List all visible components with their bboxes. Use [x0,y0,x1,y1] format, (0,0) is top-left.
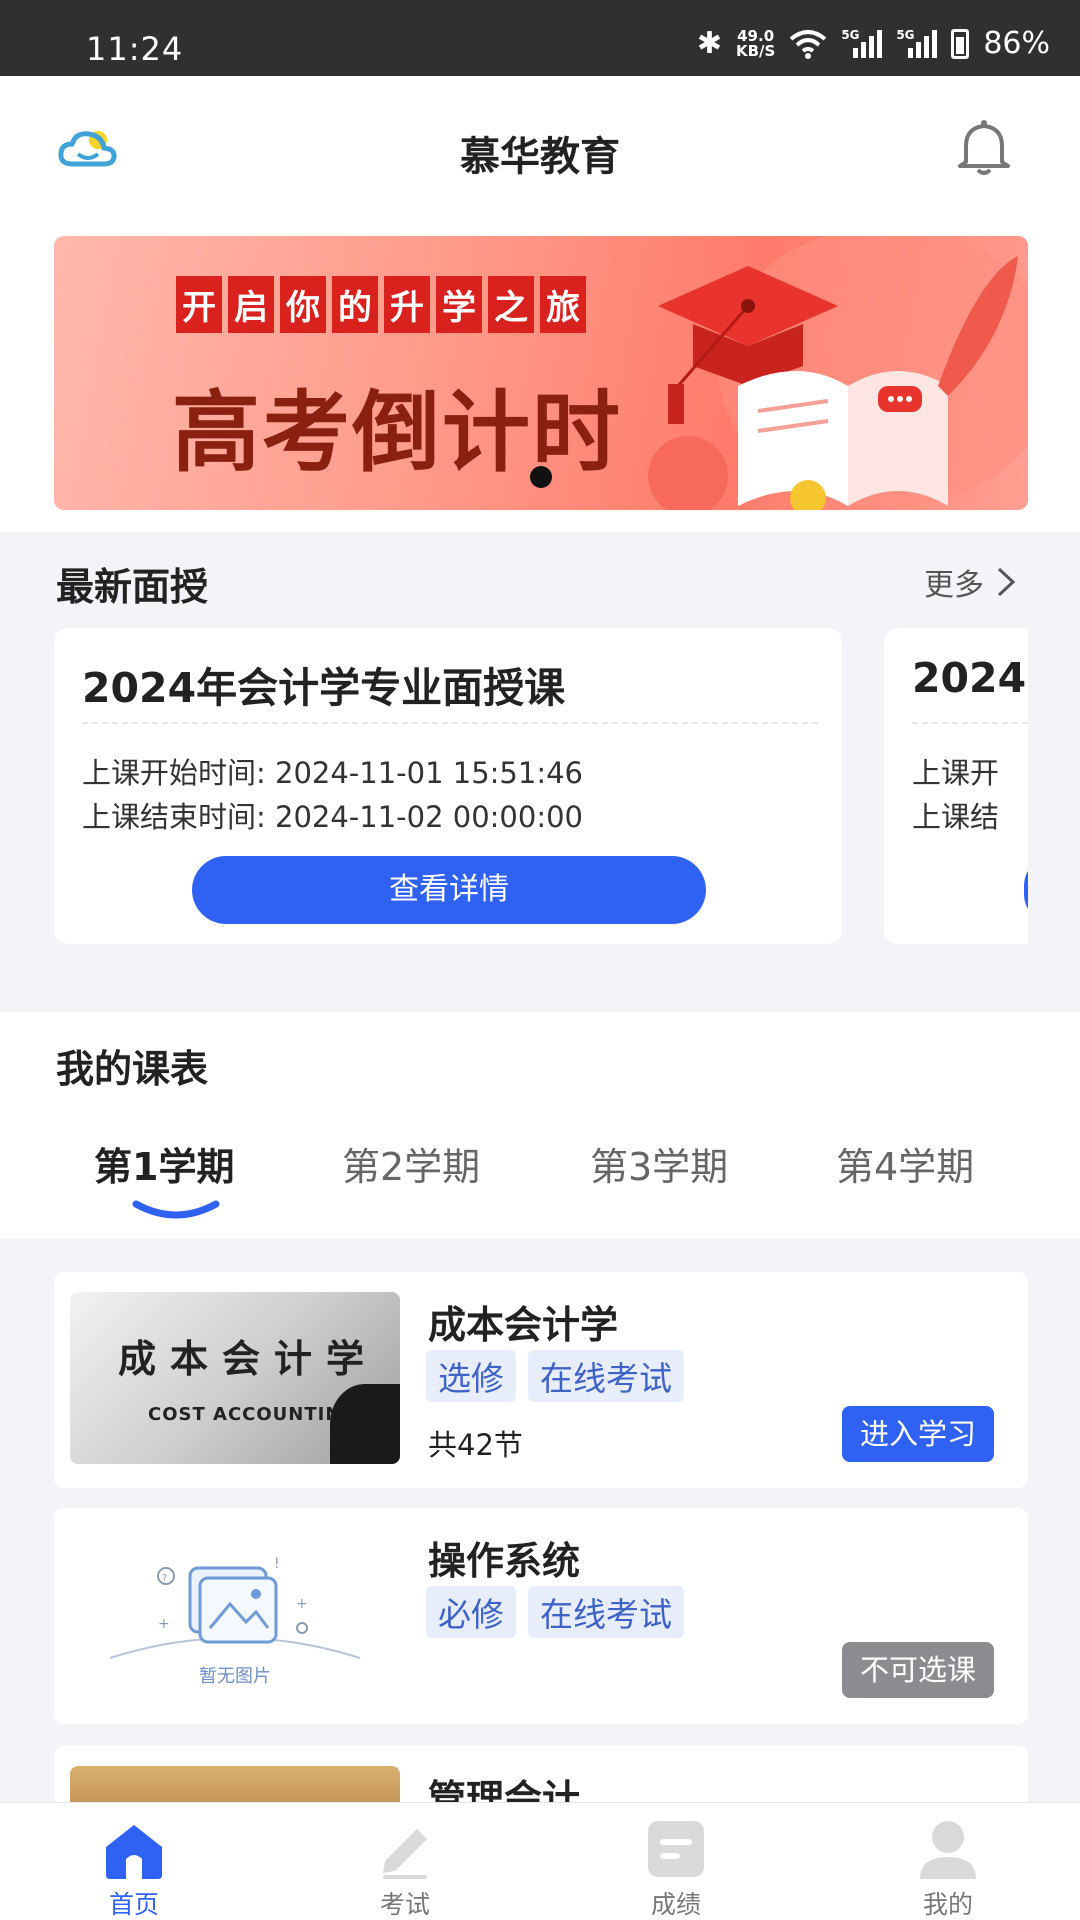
svg-text:!: ! [274,1556,280,1572]
home-icon [106,1825,162,1879]
carousel-indicator[interactable] [530,466,552,488]
schedule-section: 我的课表 第1学期 第2学期 第3学期 第4学期 [0,1012,1080,1238]
chevron-right-icon [997,567,1016,597]
divider [82,722,818,724]
nav-exam[interactable]: 考试 [345,1817,465,1920]
svg-text:?: ? [162,1573,167,1584]
battery-icon [951,28,970,59]
wifi-icon [790,29,827,59]
semester-tabs: 第1学期 第2学期 第3学期 第4学期 [0,1136,1080,1219]
status-icons: ✱ 49.0 KB/S 5G 5G 86% [697,26,1050,61]
bluetooth-icon: ✱ [696,26,722,61]
course-tag: 必修 [426,1586,516,1638]
bell-icon[interactable] [952,116,1016,180]
enter-study-button[interactable]: 进入学习 [841,1406,994,1462]
class-start-time: 上课开 [912,756,1000,790]
course-tags: 必修 在线考试 [426,1586,684,1638]
class-end-time: 上课结 [912,800,1000,834]
status-time: 11:24 [86,30,184,68]
course-list-item[interactable]: ? + + ! 暂无图片 操作系统 必修 在线考试 不可选课 [54,1508,1028,1724]
class-end-time: 上课结束时间: 2024-11-02 00:00:00 [82,800,583,834]
course-thumbnail-placeholder: ? + + ! 暂无图片 [70,1528,400,1700]
graduation-cap-book-illustration [648,236,1028,510]
latest-section-title: 最新面授 [56,565,209,609]
exam-icon [383,1829,427,1879]
course-tag: 选修 [426,1350,516,1402]
course-name: 操作系统 [428,1539,581,1583]
signal-sim2-icon: 5G [896,28,938,58]
course-tag: 在线考试 [528,1586,684,1638]
latest-class-card[interactable]: 2024 上课开 上课结 [884,628,1028,944]
not-selectable-button[interactable]: 不可选课 [841,1642,994,1698]
svg-text:+: + [296,1596,308,1612]
active-tab-indicator [132,1200,220,1219]
svg-text:+: + [158,1616,170,1632]
course-name: 成本会计学 [428,1303,619,1347]
coffee-cup-image [330,1384,400,1464]
course-thumbnail: 成本会计学 COST ACCOUNTING [70,1292,400,1464]
tab-semester-1[interactable]: 第1学期 [94,1136,234,1191]
banner-section: 开 启 你 的 升 学 之 旅 高考倒计时 [0,232,1080,532]
tab-semester-4[interactable]: 第4学期 [836,1136,974,1191]
signal-sim1-icon: 5G [841,28,883,58]
course-list-item[interactable]: 成本会计学 COST ACCOUNTING 成本会计学 选修 在线考试 共42节… [54,1272,1028,1488]
lesson-count: 共42节 [428,1428,523,1462]
status-bar: 11:24 ✱ 49.0 KB/S 5G 5G 86% [0,0,1080,76]
tab-semester-2[interactable]: 第2学期 [342,1136,480,1191]
tab-semester-3[interactable]: 第3学期 [590,1136,728,1191]
nav-profile[interactable]: 我的 [888,1817,1008,1920]
latest-class-card[interactable]: 2024年会计学专业面授课 上课开始时间: 2024-11-01 15:51:4… [54,628,842,944]
divider [912,722,1028,724]
nav-home[interactable]: 首页 [74,1817,194,1920]
no-image-label: 暂无图片 [199,1666,271,1687]
schedule-title: 我的课表 [56,1047,209,1091]
profile-icon [920,1821,976,1879]
course-tags: 选修 在线考试 [426,1350,684,1402]
class-title: 2024 [912,654,1027,702]
more-link[interactable]: 更多 [924,560,1018,604]
view-details-button[interactable]: 查看详情 [192,856,706,924]
class-start-time: 上课开始时间: 2024-11-01 15:51:46 [82,756,583,790]
nav-grades[interactable]: 成绩 [616,1817,736,1920]
bottom-navigation: 首页 考试 成绩 我的 [0,1802,1080,1920]
battery-level: 86% [983,26,1050,61]
view-details-button[interactable] [1024,856,1028,924]
net-speed: 49.0 KB/S [735,26,776,60]
promo-banner[interactable]: 开 启 你 的 升 学 之 旅 高考倒计时 [54,236,1028,510]
grades-icon [648,1821,704,1877]
page-title: 慕华教育 [460,134,620,180]
course-tag: 在线考试 [528,1350,684,1402]
app-header: 慕华教育 [0,76,1080,232]
class-title: 2024年会计学专业面授课 [82,664,566,712]
